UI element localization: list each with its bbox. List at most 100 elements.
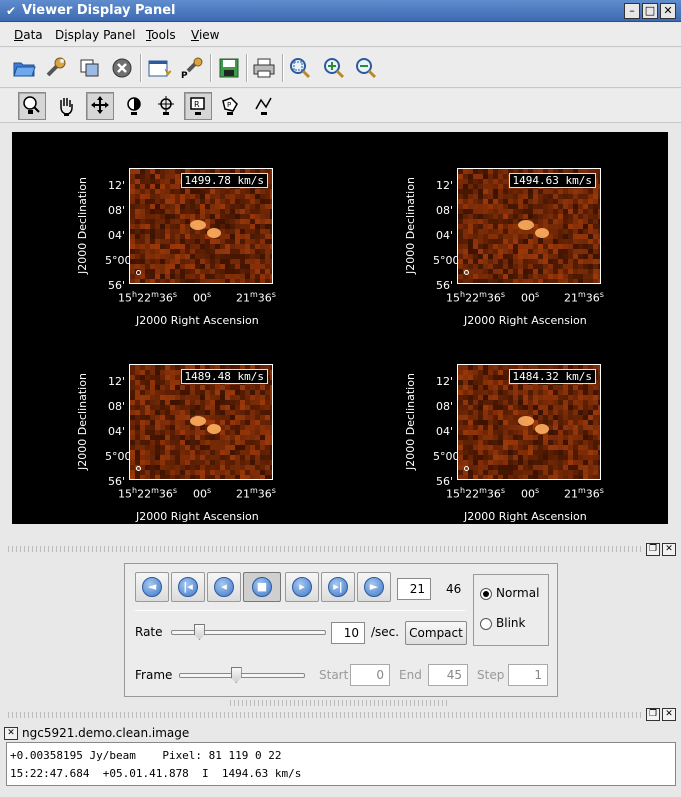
mode-radio-group: Normal Blink: [473, 574, 549, 646]
svg-text:P: P: [227, 101, 231, 109]
menu-data[interactable]: Data: [14, 28, 43, 42]
x-tick-label: 00s: [521, 290, 540, 305]
x-tick-label: 00s: [521, 486, 540, 501]
dock-handle[interactable]: [8, 546, 642, 552]
emission-blob: [190, 220, 206, 230]
y-axis-label: J2000 Declination: [76, 373, 89, 470]
y-tick-label: 04': [435, 425, 453, 438]
y-tick-label: 5°00': [105, 450, 135, 463]
y-tick-label: 12': [435, 179, 453, 192]
emission-blob: [535, 228, 549, 238]
step-forward-icon: ▸: [292, 577, 312, 597]
y-tick-label: 08': [107, 204, 125, 217]
menu-tools[interactable]: Tools: [146, 28, 176, 42]
channel-map-panel[interactable]: J2000 Declination 12' 08' 04' 5°00' 56' 1499.7…: [12, 144, 332, 334]
y-tick-label: 12': [435, 375, 453, 388]
close-tracking-icon[interactable]: ✕: [4, 727, 18, 740]
float-icon[interactable]: ❐: [646, 708, 660, 721]
rate-slider-thumb[interactable]: [193, 624, 205, 640]
stop-button[interactable]: ■: [243, 572, 281, 602]
close-circle-icon[interactable]: [108, 54, 136, 82]
open-folder-icon[interactable]: [10, 54, 38, 82]
print-icon[interactable]: [250, 54, 278, 82]
float-icon[interactable]: ❐: [646, 543, 660, 556]
x-axis-label: J2000 Right Ascension: [136, 510, 259, 523]
maximize-button[interactable]: □: [642, 3, 658, 19]
menu-view[interactable]: View: [191, 28, 219, 42]
channel-map-image[interactable]: 1494.63 km/s: [457, 168, 601, 284]
channel-map-panel[interactable]: J2000 Declination 12' 08' 04' 5°00' 56' 1484.3…: [340, 340, 660, 530]
x-tick-label: 21m36s: [564, 290, 604, 305]
beam-marker: [464, 270, 469, 275]
dock-handle[interactable]: [230, 700, 450, 706]
channel-map-panel[interactable]: J2000 Declination 12' 08' 04' 5°00' 56' 1489.4…: [12, 340, 332, 530]
close-dock-icon[interactable]: ✕: [662, 708, 676, 721]
y-tick-label: 08': [107, 400, 125, 413]
frame-slider-thumb[interactable]: [230, 667, 242, 683]
save-icon[interactable]: [215, 54, 243, 82]
emission-blob: [535, 424, 549, 434]
new-panel-icon[interactable]: [145, 54, 173, 82]
rewind-button[interactable]: ◄: [135, 572, 169, 602]
frame-slider-track[interactable]: [179, 673, 305, 678]
step-back-button[interactable]: ◂: [207, 572, 241, 602]
step-forward-button[interactable]: ▸: [285, 572, 319, 602]
emission-blob: [518, 416, 534, 426]
stop-icon: ■: [252, 577, 272, 597]
normal-radio-label: Normal: [496, 586, 540, 600]
channel-map-panel[interactable]: J2000 Declination 12' 08' 04' 5°00' 56' 1494.6…: [340, 144, 660, 334]
divider: [135, 610, 465, 611]
x-tick-label: 15h22m36s: [118, 290, 178, 305]
polyline-icon[interactable]: [250, 92, 278, 120]
rate-field[interactable]: 10: [331, 622, 365, 644]
x-axis-label: J2000 Right Ascension: [136, 314, 259, 327]
emission-blob: [518, 220, 534, 230]
copy-panels-icon[interactable]: [76, 54, 104, 82]
y-tick-label: 08': [435, 400, 453, 413]
blink-radio[interactable]: [480, 618, 492, 630]
to-start-button[interactable]: |◂: [171, 572, 205, 602]
channel-map-image[interactable]: 1484.32 km/s: [457, 364, 601, 480]
x-tick-label: 21m36s: [236, 486, 276, 501]
polygon-region-icon[interactable]: P: [216, 92, 244, 120]
mouse-tools-toolbar: R P: [0, 89, 681, 123]
rate-label: Rate: [135, 625, 163, 639]
rectangle-region-icon[interactable]: R: [184, 92, 212, 120]
image-display-canvas[interactable]: J2000 Declination 12' 08' 04' 5°00' 56' 1499.7…: [12, 132, 668, 524]
minimize-button[interactable]: –: [624, 3, 640, 19]
contrast-tool-icon[interactable]: [120, 92, 148, 120]
start-field[interactable]: 0: [350, 664, 390, 686]
animator-panel: ◄ |◂ ◂ ■ ▸ ▸| ► 21 46 Normal Blink Rate …: [124, 563, 558, 697]
window-menu-icon[interactable]: ✔: [4, 4, 18, 18]
end-field[interactable]: 45: [428, 664, 468, 686]
channel-map-image[interactable]: 1489.48 km/s: [129, 364, 273, 480]
menu-display-panel[interactable]: Display Panel: [55, 28, 135, 42]
x-axis-label: J2000 Right Ascension: [464, 510, 587, 523]
frame-number-field[interactable]: 21: [397, 578, 431, 600]
emission-blob: [207, 424, 221, 434]
play-icon: ►: [364, 577, 384, 597]
play-button[interactable]: ►: [357, 572, 391, 602]
crosshair-tool-icon[interactable]: [152, 92, 180, 120]
wrench-icon[interactable]: [42, 54, 70, 82]
move-tool-icon[interactable]: [86, 92, 114, 120]
close-dock-icon[interactable]: ✕: [662, 543, 676, 556]
zoom-out-icon[interactable]: [352, 54, 380, 82]
dock-handle[interactable]: [8, 712, 642, 718]
y-axis-label: J2000 Declination: [76, 177, 89, 274]
preferences-icon[interactable]: P: [178, 54, 206, 82]
tracking-line-1: +0.00358195 Jy/beam Pixel: 81 119 0 22: [10, 749, 282, 762]
step-field[interactable]: 1: [508, 664, 548, 686]
close-button[interactable]: ✕: [660, 3, 676, 19]
normal-radio[interactable]: [480, 588, 492, 600]
to-end-button[interactable]: ▸|: [321, 572, 355, 602]
channel-map-image[interactable]: 1499.78 km/s: [129, 168, 273, 284]
zoom-tool-icon[interactable]: [18, 92, 46, 120]
position-tracking-header: ✕ ngc5921.demo.clean.image: [0, 724, 681, 742]
pan-tool-icon[interactable]: [52, 92, 80, 120]
toolbar-separator: [282, 54, 284, 82]
compact-button[interactable]: Compact: [405, 621, 467, 645]
zoom-fit-icon[interactable]: [286, 54, 314, 82]
velocity-label: 1484.32 km/s: [508, 369, 596, 384]
zoom-in-icon[interactable]: [320, 54, 348, 82]
